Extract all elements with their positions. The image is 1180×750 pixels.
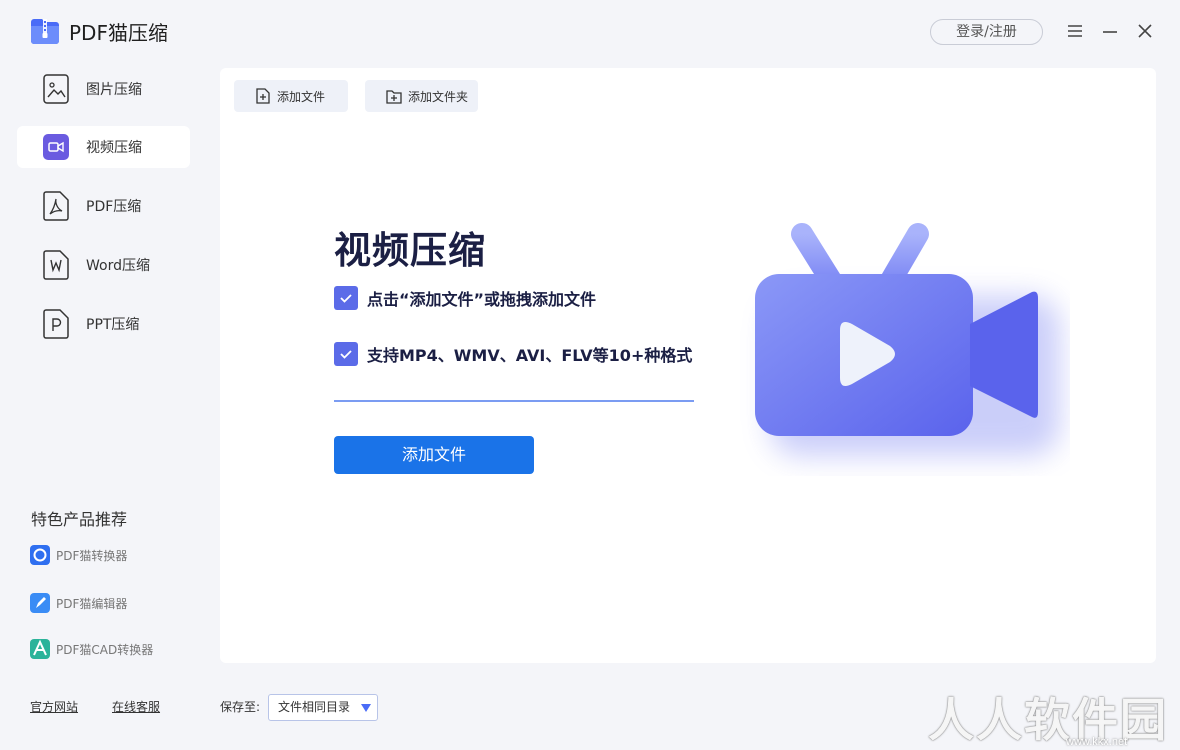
add-folder-icon — [386, 90, 402, 104]
pdf-file-icon — [43, 191, 69, 221]
pen-icon — [30, 593, 50, 613]
divider — [334, 400, 694, 402]
sidebar-item-label: Word压缩 — [86, 258, 150, 274]
page-title: 视频压缩 — [334, 229, 486, 272]
promo-section-title: 特色产品推荐 — [31, 510, 128, 529]
official-site-link[interactable]: 官方网站 — [30, 698, 78, 715]
login-register-button[interactable]: 登录/注册 — [930, 19, 1043, 45]
main-panel: 添加文件 添加文件夹 视频压缩 点击“添加文件”或拖拽添加文件 支持MP4、WM… — [220, 68, 1156, 663]
save-location-value: 文件相同目录 — [278, 700, 351, 714]
close-icon[interactable] — [1136, 22, 1154, 40]
word-file-icon — [43, 250, 69, 280]
sidebar-item-image-compress[interactable]: 图片压缩 — [17, 68, 190, 110]
promo-label: PDF猫CAD转换器 — [56, 642, 154, 657]
menu-icon[interactable] — [1066, 22, 1084, 40]
checkbox-checked-icon — [334, 342, 358, 366]
promo-pdf-editor[interactable]: PDF猫编辑器 — [30, 593, 127, 613]
caret-down-icon — [361, 704, 371, 712]
save-to-label: 保存至: — [220, 700, 261, 714]
sidebar-item-pdf-compress[interactable]: PDF压缩 — [17, 185, 190, 227]
folder-zip-icon — [30, 16, 60, 46]
ppt-file-icon — [43, 309, 69, 339]
add-folder-button[interactable]: 添加文件夹 — [365, 80, 478, 112]
add-file-button[interactable]: 添加文件 — [234, 80, 348, 112]
sidebar-item-label: 图片压缩 — [86, 82, 142, 98]
tip-row: 支持MP4、WMV、AVI、FLV等10+种格式 — [334, 342, 692, 366]
video-camera-icon — [43, 132, 69, 162]
watermark-url: www.kkx.net — [1066, 736, 1128, 748]
app-title: PDF猫压缩 — [69, 20, 168, 45]
pdf-converter-icon — [30, 545, 50, 565]
sidebar-item-word-compress[interactable]: Word压缩 — [17, 244, 190, 286]
promo-label: PDF猫转换器 — [56, 548, 128, 563]
promo-cad-converter[interactable]: PDF猫CAD转换器 — [30, 639, 153, 659]
app-logo: PDF猫压缩 — [30, 16, 168, 46]
tip-text: 支持MP4、WMV、AVI、FLV等10+种格式 — [367, 346, 693, 365]
sidebar-item-label: PDF压缩 — [86, 199, 142, 215]
sidebar-item-label: 视频压缩 — [86, 140, 142, 156]
sidebar-item-label: PPT压缩 — [86, 317, 140, 333]
tip-text: 点击“添加文件”或拖拽添加文件 — [367, 290, 597, 309]
save-location-select[interactable]: 文件相同目录 — [268, 694, 378, 721]
minimize-icon[interactable] — [1101, 22, 1119, 40]
add-file-main-button[interactable]: 添加文件 — [334, 436, 534, 474]
online-support-link[interactable]: 在线客服 — [112, 698, 160, 715]
sidebar-item-video-compress[interactable]: 视频压缩 — [17, 126, 190, 168]
sidebar-item-ppt-compress[interactable]: PPT压缩 — [17, 303, 190, 345]
image-file-icon — [43, 74, 69, 104]
add-folder-label: 添加文件夹 — [408, 89, 469, 104]
add-file-icon — [256, 88, 270, 104]
cad-converter-icon — [30, 639, 50, 659]
add-file-label: 添加文件 — [277, 89, 326, 104]
watermark-text: 人人软件园 — [928, 693, 1168, 747]
promo-label: PDF猫编辑器 — [56, 596, 128, 611]
promo-pdf-converter[interactable]: PDF猫转换器 — [30, 545, 127, 565]
checkbox-checked-icon — [334, 286, 358, 310]
video-camera-illustration-icon — [740, 206, 1070, 476]
tip-row: 点击“添加文件”或拖拽添加文件 — [334, 286, 596, 310]
